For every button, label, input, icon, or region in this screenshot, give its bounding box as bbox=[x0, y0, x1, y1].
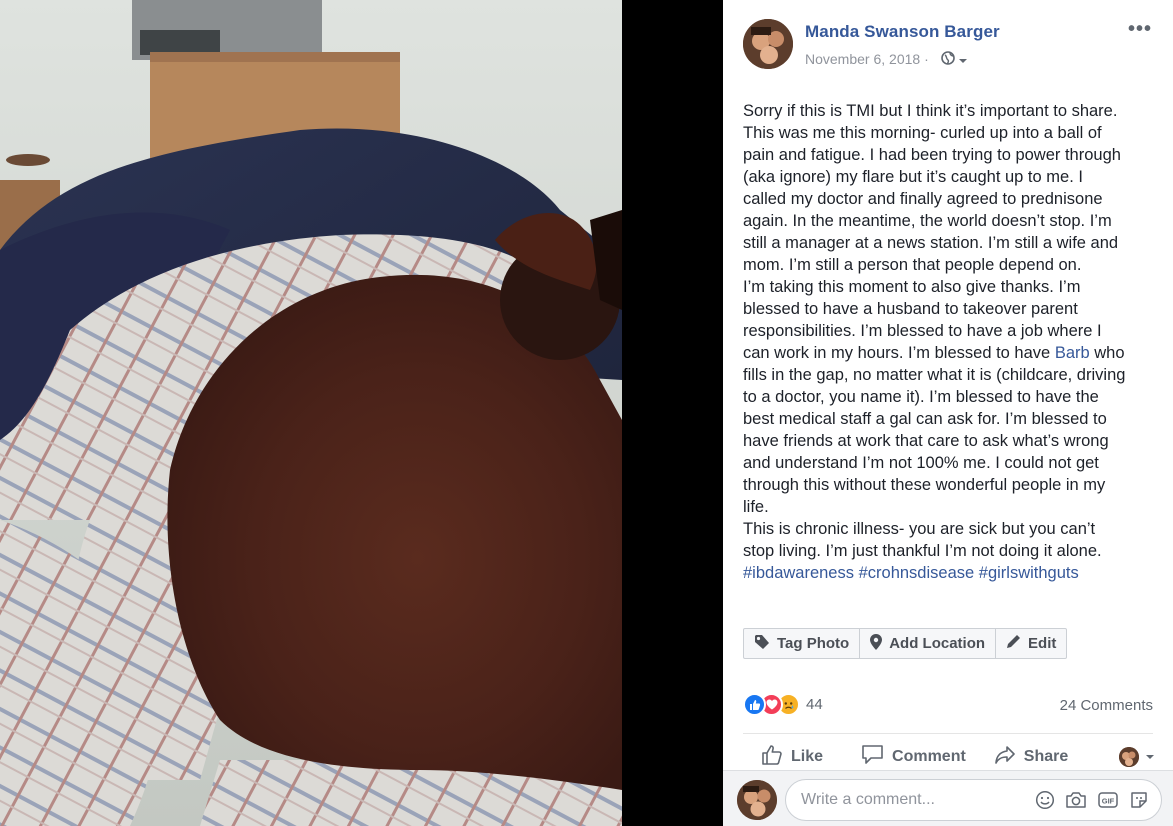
post-line: called my doctor and finally agreed to p… bbox=[743, 190, 1103, 208]
photo-viewer bbox=[0, 0, 723, 826]
post-line: Sorry if this is TMI but I think it’s im… bbox=[743, 102, 1118, 120]
post-text: Sorry if this is TMI but I think it’s im… bbox=[743, 100, 1158, 584]
post-line: still a manager at a news station. I’m s… bbox=[743, 234, 1119, 252]
share-arrow-icon bbox=[994, 745, 1016, 770]
post-action-bar: Like Comment Share bbox=[743, 741, 1155, 773]
gif-icon[interactable]: GIF bbox=[1097, 790, 1119, 810]
comment-box: GIF bbox=[785, 779, 1162, 821]
photo-actions-bar: Tag Photo Add Location Edit bbox=[743, 628, 1068, 659]
mention-link[interactable]: Barb bbox=[1055, 344, 1090, 362]
globe-icon bbox=[941, 51, 955, 70]
post-line: mom. I’m still a person that people depe… bbox=[743, 256, 1082, 274]
post-line-with-mention: can work in my hours. I’m blessed to hav… bbox=[743, 342, 1158, 364]
post-line: and understand I’m not 100% me. I could … bbox=[743, 454, 1099, 472]
post-line: blessed to have a husband to takeover pa… bbox=[743, 300, 1078, 318]
post-date[interactable]: November 6, 2018 · bbox=[805, 51, 929, 67]
comment-input[interactable] bbox=[801, 791, 1025, 809]
like-button[interactable]: Like bbox=[761, 744, 823, 771]
comment-button[interactable]: Comment bbox=[861, 744, 966, 770]
tag-photo-button[interactable]: Tag Photo bbox=[744, 629, 861, 658]
pencil-icon bbox=[1006, 634, 1021, 653]
tag-photo-label: Tag Photo bbox=[777, 635, 850, 652]
hashtag-link[interactable]: #ibdawareness bbox=[743, 564, 854, 582]
post-line: I’m taking this moment to also give than… bbox=[743, 278, 1081, 296]
add-location-button[interactable]: Add Location bbox=[860, 629, 997, 658]
emoji-icon[interactable] bbox=[1035, 790, 1055, 810]
post-details-panel: Manda Swanson Barger November 6, 2018 · … bbox=[723, 0, 1173, 826]
share-label: Share bbox=[1023, 748, 1069, 765]
location-pin-icon bbox=[870, 633, 883, 654]
post-line: pain and fatigue. I had been trying to p… bbox=[743, 146, 1121, 164]
post-photo[interactable] bbox=[0, 0, 622, 826]
post-line: This is chronic illness- you are sick bu… bbox=[743, 520, 1096, 538]
more-options-button[interactable]: ••• bbox=[1128, 18, 1152, 41]
edit-label: Edit bbox=[1028, 635, 1057, 652]
post-line: life. bbox=[743, 498, 769, 516]
commenter-avatar[interactable] bbox=[737, 780, 777, 820]
post-line: This was me this morning- curled up into… bbox=[743, 124, 1102, 142]
post-line-text: who bbox=[1089, 344, 1125, 362]
comment-label: Comment bbox=[892, 748, 966, 765]
post-line: to a doctor, you name it). I’m blessed t… bbox=[743, 388, 1099, 406]
like-reaction-icon bbox=[743, 693, 766, 716]
share-button[interactable]: Share bbox=[994, 745, 1068, 770]
post-line: stop living. I’m just thankful I’m not d… bbox=[743, 542, 1102, 560]
post-line: fills in the gap, no matter what it is (… bbox=[743, 366, 1126, 384]
privacy-selector[interactable] bbox=[941, 51, 968, 70]
post-line: again. In the meantime, the world doesn’… bbox=[743, 212, 1112, 230]
author-name[interactable]: Manda Swanson Barger bbox=[805, 22, 1000, 42]
post-line: best medical staff a gal can ask for. I’… bbox=[743, 410, 1107, 428]
hashtags: #ibdawareness #crohnsdisease #girlswithg… bbox=[743, 562, 1158, 584]
chevron-down-icon bbox=[958, 52, 968, 70]
reaction-count[interactable]: 44 bbox=[806, 696, 823, 713]
hashtag-link[interactable]: #girlswithguts bbox=[979, 564, 1079, 582]
author-avatar[interactable] bbox=[743, 19, 793, 69]
svg-text:GIF: GIF bbox=[1102, 797, 1115, 806]
post-line: have friends at work that care to ask wh… bbox=[743, 432, 1109, 450]
speech-bubble-icon bbox=[861, 744, 884, 770]
post-date-text[interactable]: November 6, 2018 bbox=[805, 51, 920, 67]
post-line: responsibilities. I’m blessed to have a … bbox=[743, 322, 1102, 340]
like-label: Like bbox=[791, 748, 824, 765]
divider bbox=[743, 733, 1153, 734]
thumbs-up-icon bbox=[761, 744, 783, 771]
hashtag-link[interactable]: #crohnsdisease bbox=[859, 564, 975, 582]
edit-button[interactable]: Edit bbox=[996, 629, 1066, 658]
sticker-icon[interactable] bbox=[1129, 790, 1149, 810]
reactions-summary[interactable]: 44 bbox=[743, 693, 823, 716]
post-line-text: can work in my hours. I’m blessed to hav… bbox=[743, 344, 1055, 362]
comment-as-selector[interactable] bbox=[1119, 747, 1155, 767]
chevron-down-icon bbox=[1145, 748, 1155, 766]
comment-count-link[interactable]: 24 Comments bbox=[1060, 697, 1153, 714]
add-location-label: Add Location bbox=[889, 635, 986, 652]
camera-icon[interactable] bbox=[1065, 790, 1087, 810]
post-line: through this without these wonderful peo… bbox=[743, 476, 1106, 494]
post-line: (aka ignore) my flare but it’s caught up… bbox=[743, 168, 1083, 186]
tag-icon bbox=[754, 634, 770, 654]
date-separator: · bbox=[924, 51, 929, 67]
small-avatar bbox=[1119, 747, 1139, 767]
